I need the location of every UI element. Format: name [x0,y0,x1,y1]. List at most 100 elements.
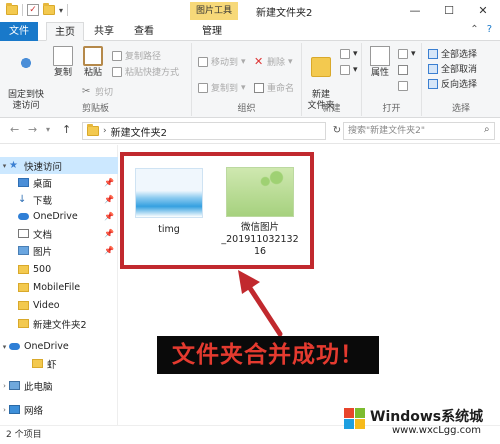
recent-locations-chevron-icon[interactable]: ▾ [46,125,50,134]
select-none-button[interactable]: 全部取消 [428,62,477,75]
watermark-brand: Windows系统城 [370,409,484,425]
nav-item-new-folder-2[interactable]: 新建文件夹2 [0,315,118,332]
paste-shortcut-icon [112,66,122,77]
select-all-icon [428,48,438,59]
forward-arrow-icon[interactable]: → [28,123,37,136]
paste-icon [83,46,103,66]
new-folder-icon [311,57,331,77]
tab-view[interactable]: 查看 [128,22,160,41]
copy-button[interactable]: 复制 [50,46,76,79]
tab-manage[interactable]: 管理 [192,22,232,41]
back-arrow-icon[interactable]: ← [10,123,19,136]
paste-shortcut-label: 粘贴快捷方式 [125,68,180,78]
new-group: 新建 文件夹 ▾ ▾ 新建 [302,43,362,116]
open-button[interactable]: ▾ [398,49,416,59]
properties-icon [370,46,390,66]
nav-item-label: OneDrive [33,211,78,222]
address-bar[interactable]: › 新建文件夹2 [82,122,326,140]
nav-item-video[interactable]: Video [0,297,118,314]
refresh-icon[interactable]: ↻ [330,122,344,140]
nav-item-mobilefile[interactable]: MobileFile [0,279,118,296]
collapse-ribbon-icon[interactable]: ⌃ [470,24,478,35]
open-icon [398,49,408,59]
search-input[interactable]: 搜索"新建文件夹2" [343,122,495,140]
up-arrow-icon[interactable]: ↑ [62,123,71,136]
close-button[interactable]: ✕ [466,0,500,22]
title-bar: ✓ ▾ 图片工具 新建文件夹2 — ☐ ✕ [0,0,500,22]
cut-button[interactable]: ✂ 剪切 [82,85,113,98]
copy-path-button[interactable]: 复制路径 [112,49,161,62]
nav-onedrive[interactable]: ▾ OneDrive [0,338,118,355]
pin-icon: 📌 [104,195,114,204]
nav-item-label: MobileFile [33,282,81,293]
copy-to-button[interactable]: 复制到 ▾ [198,81,246,94]
copy-path-label: 复制路径 [125,52,162,62]
expand-arrow-icon[interactable]: › [0,406,9,414]
delete-button[interactable]: ✕ 删除 ▾ [254,55,293,69]
nav-onedrive-child[interactable]: 虾 [0,355,118,372]
customize-toolbar-dropdown-icon[interactable]: ▾ [59,6,63,15]
expand-arrow-icon[interactable]: › [0,382,9,390]
document-icon [18,229,29,238]
ribbon-tabs: 文件 主页 共享 查看 管理 ⌃ ? [0,22,500,41]
cut-label: 剪切 [95,88,114,98]
easy-access-button[interactable]: ▾ [340,65,358,75]
rename-button[interactable]: 重命名 [254,81,294,94]
properties-check-icon[interactable]: ✓ [27,4,39,16]
nav-network-label: 网络 [24,405,44,417]
nav-item-500[interactable]: 500 [0,261,118,278]
pin-icon: 📌 [104,178,114,187]
nav-this-pc[interactable]: › 此电脑 [0,377,118,394]
open-group-label: 打开 [382,104,401,114]
pin-icon: 📌 [104,212,114,221]
highlight-frame [120,152,314,269]
minimize-button[interactable]: — [398,0,432,22]
star-icon: ★ [9,160,18,171]
expand-arrow-icon[interactable]: ▾ [0,162,9,170]
delete-label: 删除 [267,58,286,68]
watermark: Windows系统城 www.wxcLgg.com [340,400,500,444]
select-all-label: 全部选择 [441,50,478,60]
help-icon[interactable]: ? [487,24,492,35]
move-to-icon [198,56,208,67]
paste-button[interactable]: 粘贴 [80,46,106,79]
new-folder-quick-icon[interactable] [43,3,55,15]
breadcrumb-current[interactable]: 新建文件夹2 [111,124,167,139]
nav-item-downloads[interactable]: ↓ 下载 📌 [0,191,118,208]
expand-arrow-icon[interactable]: ▾ [0,343,9,351]
nav-item-documents[interactable]: 文档 📌 [0,225,118,242]
tab-share[interactable]: 共享 [88,22,120,41]
nav-item-pictures[interactable]: 图片 📌 [0,242,118,259]
pin-icon [16,57,36,77]
folder-icon [18,301,29,310]
navigation-pane: ▾ ★ 快速访问 桌面 📌 ↓ 下载 📌 OneDrive 📌 文档 📌 图片 … [0,145,118,425]
toolbar-divider [67,4,69,16]
rename-label: 重命名 [267,84,295,94]
nav-item-label: 500 [33,264,52,275]
tab-home[interactable]: 主页 [46,22,84,41]
paste-shortcut-button[interactable]: 粘贴快捷方式 [112,65,179,78]
item-count: 2 个项目 [6,430,42,440]
maximize-button[interactable]: ☐ [432,0,466,22]
invert-selection-button[interactable]: 反向选择 [428,77,477,90]
network-icon [9,405,20,414]
select-all-button[interactable]: 全部选择 [428,47,477,60]
tab-file[interactable]: 文件 [0,22,38,41]
nav-item-label: 桌面 [33,178,53,190]
nav-item-onedrive-quick[interactable]: OneDrive 📌 [0,208,118,225]
nav-item-desktop[interactable]: 桌面 📌 [0,174,118,191]
search-icon[interactable]: ⌕ [484,124,496,135]
clipboard-group: 固定到快 速访问 复制 粘贴 复制路径 粘贴快捷方式 ✂ 剪切 剪贴板 [0,43,192,116]
nav-quick-access[interactable]: ▾ ★ 快速访问 [0,157,118,174]
nav-item-label: 虾 [47,359,57,371]
nav-network[interactable]: › 网络 [0,401,118,418]
properties-button[interactable]: 属性 [366,46,394,79]
move-to-button[interactable]: 移动到 ▾ [198,55,246,68]
breadcrumb-chevron-icon[interactable]: › [103,126,107,136]
invert-selection-label: 反向选择 [441,80,478,90]
copy-path-icon [112,50,122,61]
edit-button[interactable] [398,65,408,75]
history-button[interactable] [398,81,408,91]
new-item-button[interactable]: ▾ [340,49,358,59]
move-to-label: 移动到 [211,58,239,68]
